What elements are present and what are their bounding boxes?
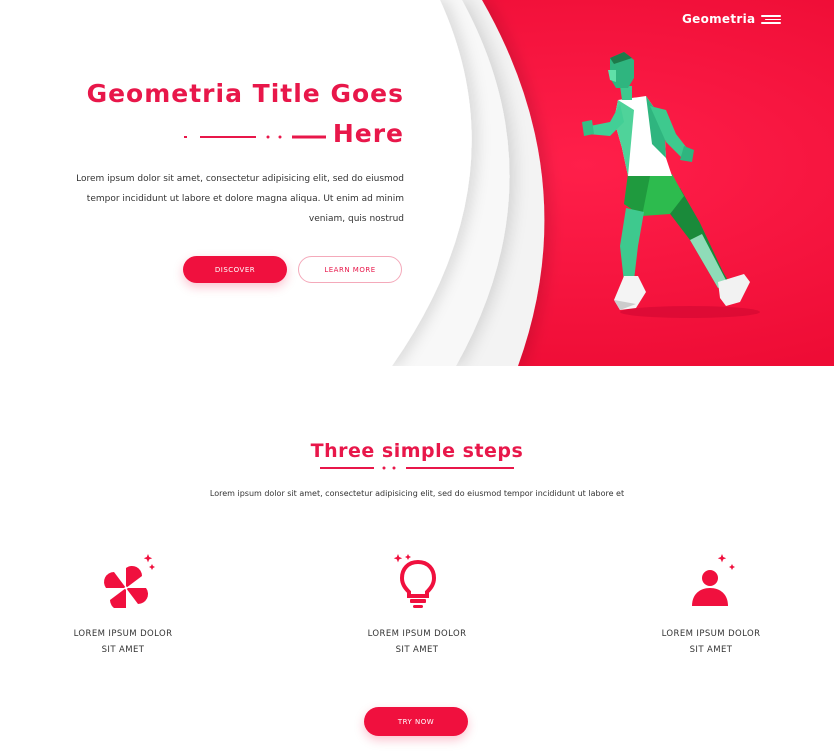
step-item-lightbulb: LOREM IPSUM DOLOR SIT AMET: [342, 550, 492, 658]
steps-subtitle: Lorem ipsum dolor sit amet, consectetur …: [209, 489, 625, 498]
discover-button[interactable]: DISCOVER: [183, 256, 287, 283]
step-label: LOREM IPSUM DOLOR SIT AMET: [661, 629, 761, 655]
step-item-user: LOREM IPSUM DOLOR SIT AMET: [636, 550, 786, 658]
title-divider: [184, 135, 326, 139]
user-icon: [692, 554, 735, 606]
brand-name: Geometria: [682, 12, 756, 26]
hero-title-line1: Geometria Title Goes: [86, 79, 404, 108]
learn-more-button[interactable]: LEARN MORE: [298, 256, 402, 283]
runner-illustration: [582, 52, 750, 310]
step-label: LOREM IPSUM DOLOR SIT AMET: [73, 629, 173, 655]
try-now-button[interactable]: TRY NOW: [364, 707, 468, 736]
step-item-pinwheel: LOREM IPSUM DOLOR SIT AMET: [48, 550, 198, 658]
brand[interactable]: Geometria: [682, 12, 782, 26]
menu-icon[interactable]: [761, 14, 782, 24]
hero-section: Geometria Geometria Title Goes Here Lore…: [0, 0, 834, 366]
steps-title: Three simple steps: [310, 440, 524, 462]
step-label: LOREM IPSUM DOLOR SIT AMET: [367, 629, 467, 655]
lightbulb-icon: [393, 554, 437, 608]
hero-description: Lorem ipsum dolor sit amet, consectetur …: [76, 174, 404, 224]
steps-title-divider: [320, 466, 514, 470]
hero-title: Geometria Title Goes Here: [60, 74, 404, 154]
pinwheel-icon: [104, 554, 155, 608]
